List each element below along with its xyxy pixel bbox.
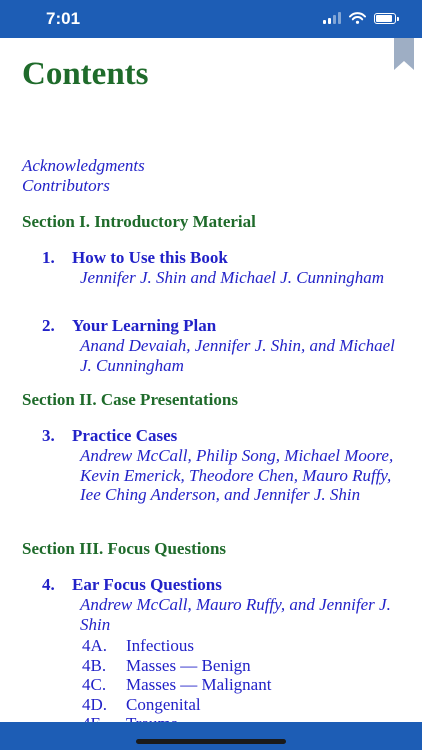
chapter-3[interactable]: 3. Practice Cases Andrew McCall, Philip S…: [42, 426, 402, 505]
section-heading-3: Section III. Focus Questions: [22, 539, 227, 558]
subitem-label: Masses — Malignant: [126, 675, 272, 694]
chapter-number: 2.: [42, 316, 55, 335]
section-heading-1: Section I. Introductory Material: [22, 212, 256, 231]
subitem-label: Trauma: [126, 714, 178, 722]
contents-page: Contents Acknowledgments Contributors Se…: [0, 38, 422, 722]
chapter-authors: Jennifer J. Shin and Michael J. Cunningh…: [80, 268, 385, 287]
status-time: 7:01: [46, 9, 81, 28]
subitem-list: 4A. Infectious 4B. Masses — Benign 4C. Mass…: [82, 636, 402, 722]
chapter-number: 4.: [42, 575, 55, 594]
chapter-title[interactable]: Your Learning Plan: [72, 316, 216, 335]
status-icons: [323, 12, 399, 24]
bottom-bar: [0, 722, 422, 750]
link-contributors[interactable]: Contributors: [22, 176, 145, 196]
section-heading-2: Section II. Case Presentations: [22, 390, 238, 409]
chapter-number: 3.: [42, 426, 55, 445]
chapter-title[interactable]: Ear Focus Questions: [72, 575, 222, 594]
subitem-number: 4C.: [82, 675, 107, 694]
battery-icon: [374, 12, 399, 24]
subitem-number: 4D.: [82, 694, 108, 714]
chapter-authors: Anand Devaiah, Jennifer J. Shin, and Mic…: [80, 336, 395, 375]
subitem-4b[interactable]: 4B. Masses — Benign: [82, 656, 402, 676]
home-indicator[interactable]: [136, 739, 286, 744]
subitem-number: 4B.: [82, 655, 107, 675]
subitem-4e[interactable]: 4E.Trauma: [82, 714, 402, 722]
subitem-label: Congenital: [126, 694, 201, 714]
page-title: Contents: [22, 56, 149, 92]
link-acknowledgments[interactable]: Acknowledgments: [22, 156, 145, 176]
subitem-4d[interactable]: 4D. Congenital: [82, 695, 402, 715]
chapter-title[interactable]: Practice Cases: [72, 426, 177, 445]
wifi-icon: [349, 12, 366, 24]
subitem-number: 4A.: [82, 636, 108, 655]
chapter-title[interactable]: How to Use this Book: [72, 248, 228, 267]
subitem-label: Masses — Benign: [126, 655, 251, 675]
chapter-authors: Andrew McCall, Philip Song, Michael Moor…: [80, 446, 394, 504]
chapter-4[interactable]: 4. Ear Focus Questions Andrew McCall, Mau…: [42, 575, 402, 722]
subitem-number: 4E.: [82, 714, 126, 722]
chapter-authors: Andrew McCall, Mauro Ruffy, and Jennifer…: [80, 595, 391, 634]
frontmatter-links: Acknowledgments Contributors: [22, 156, 145, 196]
subitem-label: Infectious: [126, 636, 194, 655]
status-bar: 7:01: [0, 0, 422, 38]
chapter-1[interactable]: 1. How to Use this Book Jennifer J. Shin …: [42, 248, 402, 288]
signal-icon: [323, 12, 341, 24]
subitem-4a[interactable]: 4A. Infectious: [82, 636, 402, 656]
subitem-4c[interactable]: 4C. Masses — Malignant: [82, 675, 402, 695]
chapter-2[interactable]: 2. Your Learning Plan Anand Devaiah, Jenn…: [42, 316, 402, 375]
chapter-number: 1.: [42, 248, 55, 267]
